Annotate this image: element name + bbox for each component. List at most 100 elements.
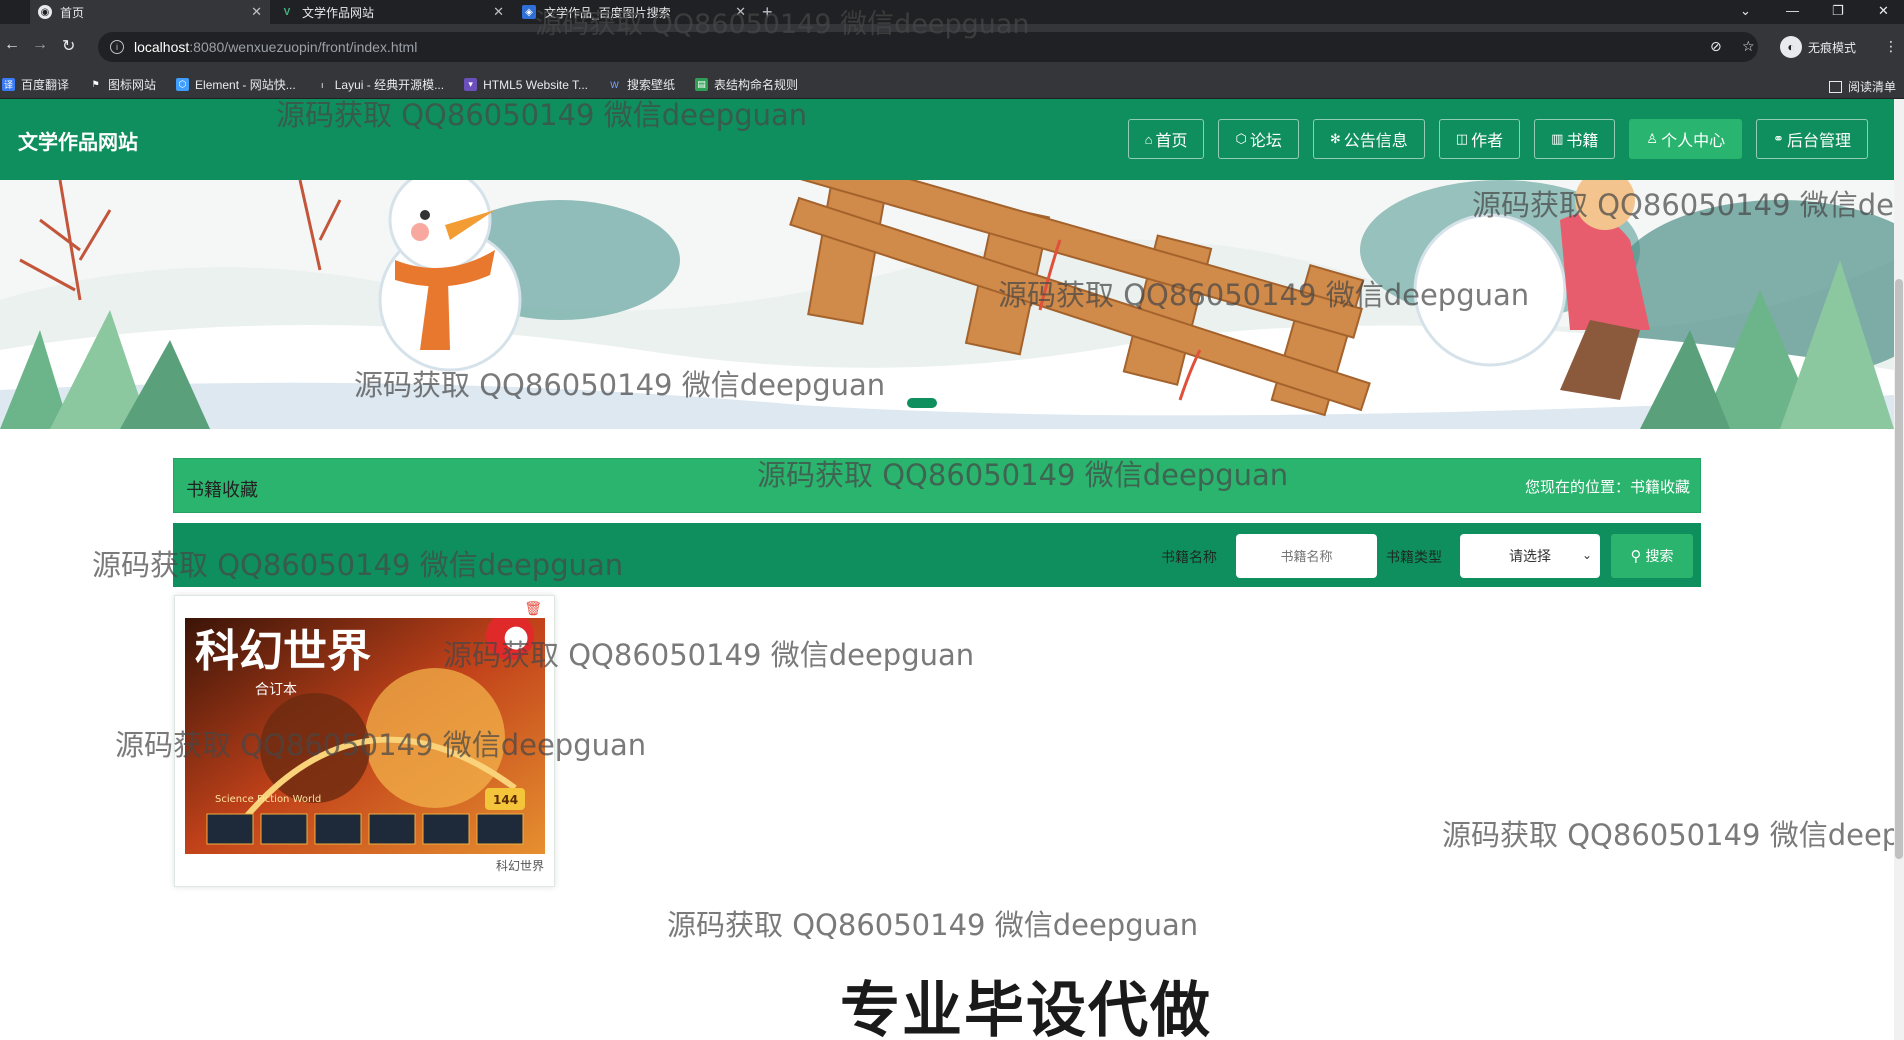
watermark: 源码获取 QQ86050149 微信deepguan (1442, 818, 1904, 852)
bookmark-label: 搜索壁纸 (627, 78, 676, 92)
carousel-indicators (907, 398, 977, 408)
bookmark-item[interactable]: ▾ HTML5 Website T... (464, 78, 588, 92)
book-icon: ▥ (1551, 131, 1564, 146)
watermark: 源码获取 QQ86050149 微信deepguan (92, 548, 624, 582)
cover-issue-number: 144 (493, 793, 518, 807)
window-close-icon[interactable]: ✕ (1878, 0, 1889, 24)
promo-text: 专业毕设代做 (840, 976, 1212, 1040)
forum-icon: ⬡ (1235, 131, 1247, 146)
watermark: 源码获取 QQ86050149 微信deepguan (757, 458, 1289, 492)
select-value: 请选择 (1509, 548, 1551, 564)
user-icon: ♙ (1646, 131, 1659, 146)
browser-tab[interactable]: V 文学作品网站 ✕ (272, 0, 512, 24)
eye-slash-icon[interactable]: ⊘ (1710, 38, 1722, 55)
nav-authors[interactable]: ◫ 作者 (1438, 119, 1521, 159)
author-icon: ◫ (1455, 131, 1469, 146)
bookmark-label: HTML5 Website T... (483, 77, 589, 92)
bookmark-item[interactable]: ⬡ Element - 网站快... (176, 76, 296, 93)
back-icon[interactable]: ← (4, 36, 20, 54)
element-icon: ⬡ (176, 78, 190, 91)
cover-subtitle: 合订本 (255, 682, 297, 698)
reload-icon[interactable]: ↻ (62, 36, 75, 56)
incognito-label: 无痕模式 (1808, 40, 1857, 55)
nav-forum[interactable]: ⬡ 论坛 (1218, 119, 1299, 159)
announcement-icon: ✻ (1329, 131, 1341, 146)
nav-home[interactable]: ⌂ 首页 (1127, 119, 1205, 159)
browser-tab[interactable]: ◉ 首页 ✕ (30, 0, 270, 24)
site-title[interactable]: 文学作品网站 (18, 126, 138, 155)
baidu-favicon-icon: ◈ (522, 5, 536, 19)
nav-label: 作者 (1471, 133, 1504, 150)
star-icon[interactable]: ☆ (1742, 38, 1755, 55)
reading-list-label: 阅读清单 (1847, 80, 1896, 94)
incognito-indicator[interactable]: ◐ 无痕模式 (1780, 36, 1856, 58)
section-title: 书籍收藏 (186, 480, 258, 500)
trash-icon[interactable]: 🗑 (524, 600, 542, 617)
nav-books[interactable]: ▥ 书籍 (1534, 119, 1616, 159)
link-icon: ⚭ (1773, 131, 1784, 146)
main-nav: ⌂ 首页 ⬡ 论坛 ✻ 公告信息 ◫ 作者 ▥ 书籍 ♙ 个人中心 ⚭ 后台管理 (1114, 119, 1868, 159)
tab-title: 文学作品网站 (302, 5, 375, 20)
watermark: 源码获取 QQ86050149 微信deepguan (1472, 188, 1904, 222)
book-caption: 科幻世界 (495, 859, 544, 873)
book-name-label: 书籍名称 (1161, 549, 1217, 565)
url-host: localhost (134, 39, 190, 55)
bookmark-label: Element - 网站快... (195, 78, 296, 92)
bookmark-item[interactable]: 译百度翻译 (2, 76, 69, 93)
bookmark-item[interactable]: ▤ 表结构命名规则 (695, 76, 798, 93)
tab-search-icon[interactable]: ⌄ (1740, 0, 1751, 24)
bookmark-label: 百度翻译 (21, 78, 70, 92)
layui-icon: ı (320, 79, 324, 90)
incognito-icon: ◐ (1780, 36, 1802, 58)
chrome-favicon-icon: ◉ (38, 5, 52, 19)
home-icon: ⌂ (1144, 131, 1153, 147)
nav-label: 公告信息 (1343, 133, 1408, 150)
watermark: 源码获取 QQ86050149 微信deepguan (667, 908, 1199, 942)
search-button-label: 搜索 (1645, 548, 1674, 564)
close-icon[interactable]: ✕ (493, 4, 504, 20)
watermark: 源码获取 QQ86050149 微信deepguan (115, 728, 647, 762)
carousel-dot[interactable] (942, 398, 972, 408)
chevron-down-icon: ⌄ (1581, 548, 1592, 562)
nav-label: 首页 (1155, 133, 1188, 150)
reading-list[interactable]: 阅读清单 (1828, 78, 1896, 95)
cover-english-title: Science Fiction World (215, 794, 321, 805)
nav-label: 论坛 (1249, 133, 1282, 150)
bookmark-label: 表结构命名规则 (714, 78, 799, 92)
carousel-dot[interactable] (907, 398, 937, 408)
close-icon[interactable]: ✕ (251, 4, 262, 20)
watermark: 源码获取 QQ86050149 微信deepguan (535, 9, 1030, 40)
nav-admin[interactable]: ⚭ 后台管理 (1756, 119, 1868, 159)
url-path: :8080/wenxuezuopin/front/index.html (189, 39, 418, 55)
watermark: 源码获取 QQ86050149 微信deepguan (443, 638, 975, 672)
forward-icon[interactable]: → (32, 36, 48, 54)
book-name-input[interactable] (1236, 534, 1377, 578)
wallpaper-icon: W (610, 79, 619, 90)
nav-personal-center[interactable]: ♙ 个人中心 (1629, 119, 1743, 159)
bookmark-label: Layui - 经典开源模... (334, 78, 445, 92)
bookmark-item[interactable]: ı Layui - 经典开源模... (316, 76, 444, 93)
html5-icon: ▾ (464, 78, 478, 91)
bookmark-item[interactable]: ⚑ 图标网站 (89, 76, 156, 93)
book-type-label: 书籍类型 (1386, 549, 1442, 565)
scrollbar[interactable] (1894, 99, 1904, 1040)
book-type-select[interactable]: 请选择 ⌄ (1460, 534, 1600, 578)
vue-favicon-icon: V (283, 6, 291, 18)
nav-label: 书籍 (1566, 133, 1599, 150)
watermark: 源码获取 QQ86050149 微信deepguan (998, 278, 1530, 312)
site-info-icon[interactable]: i (110, 40, 124, 54)
nav-label: 个人中心 (1661, 133, 1726, 150)
bookmark-item[interactable]: W 搜索壁纸 (608, 76, 675, 93)
scrollbar-thumb[interactable] (1895, 279, 1903, 859)
cover-title: 科幻世界 (195, 626, 371, 677)
nav-label: 后台管理 (1786, 133, 1851, 150)
flag-icon: ⚑ (91, 79, 100, 89)
table-icon: ▤ (695, 78, 709, 91)
nav-announcements[interactable]: ✻ 公告信息 (1312, 119, 1425, 159)
minimize-icon[interactable]: — (1786, 0, 1799, 24)
search-button[interactable]: ⚲ 搜索 (1611, 534, 1693, 578)
restore-icon[interactable]: ❐ (1832, 0, 1844, 24)
watermark: 源码获取 QQ86050149 微信deepguan (354, 368, 886, 402)
menu-icon[interactable]: ⋮ (1884, 38, 1898, 55)
translate-icon: 译 (2, 78, 15, 91)
